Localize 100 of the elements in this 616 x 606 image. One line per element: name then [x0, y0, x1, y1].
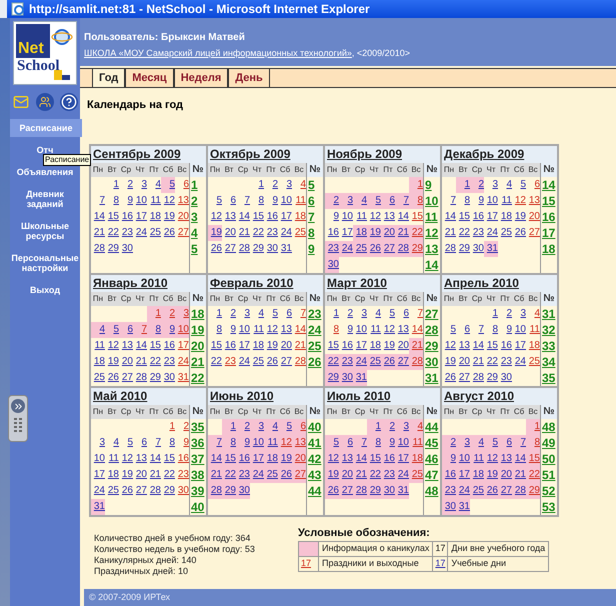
day-cell[interactable]: 1 [367, 418, 381, 434]
tab[interactable]: День [228, 69, 270, 87]
week-number[interactable]: 12 [424, 224, 440, 240]
week-number[interactable]: 43 [307, 466, 323, 482]
week-number[interactable]: 35 [190, 418, 206, 434]
week-number[interactable]: 32 [541, 322, 557, 338]
day-cell[interactable]: 17 [456, 466, 470, 482]
week-number[interactable]: 53 [541, 498, 557, 514]
day-cell[interactable]: 19 [381, 338, 395, 354]
day-cell[interactable]: 8 [325, 322, 339, 338]
day-cell[interactable]: 27 [498, 482, 512, 498]
day-cell[interactable]: 2 [470, 176, 484, 192]
day-cell[interactable]: 22 [208, 354, 222, 370]
day-cell[interactable]: 13 [498, 450, 512, 466]
day-cell[interactable]: 20 [498, 466, 512, 482]
day-cell[interactable]: 5 [264, 306, 278, 322]
day-cell[interactable]: 8 [105, 192, 119, 208]
users-icon[interactable] [36, 93, 54, 111]
day-cell[interactable]: 1 [484, 306, 498, 322]
day-cell[interactable]: 18 [526, 338, 540, 354]
day-cell[interactable]: 28 [395, 240, 409, 256]
week-number[interactable]: 13 [424, 240, 440, 256]
day-cell[interactable]: 7 [236, 192, 250, 208]
day-cell[interactable]: 15 [526, 450, 540, 466]
day-cell[interactable]: 6 [133, 434, 147, 450]
day-cell[interactable]: 26 [325, 482, 339, 498]
day-cell[interactable]: 8 [409, 192, 423, 208]
day-cell[interactable]: 2 [498, 306, 512, 322]
week-number[interactable]: 44 [424, 418, 440, 434]
day-cell[interactable]: 14 [353, 450, 367, 466]
day-cell[interactable]: 12 [381, 322, 395, 338]
day-cell[interactable]: 21 [442, 224, 456, 240]
day-cell[interactable]: 7 [353, 434, 367, 450]
day-cell[interactable]: 24 [484, 224, 498, 240]
day-cell[interactable]: 29 [367, 482, 381, 498]
day-cell[interactable]: 1 [147, 306, 161, 322]
day-cell[interactable]: 27 [339, 482, 353, 498]
week-number[interactable]: 5 [307, 176, 323, 192]
day-cell[interactable]: 28 [91, 240, 105, 256]
sidebar-item[interactable]: Школьные ресурсы [10, 217, 80, 245]
day-cell[interactable]: 21 [133, 354, 147, 370]
day-cell[interactable]: 19 [484, 466, 498, 482]
week-number[interactable]: 48 [541, 418, 557, 434]
day-cell[interactable]: 18 [470, 466, 484, 482]
day-cell[interactable]: 24 [353, 354, 367, 370]
day-cell[interactable]: 9 [119, 192, 133, 208]
day-cell[interactable]: 16 [442, 466, 456, 482]
day-cell[interactable]: 4 [264, 418, 278, 434]
day-cell[interactable]: 8 [208, 322, 222, 338]
day-cell[interactable]: 19 [119, 466, 133, 482]
day-cell[interactable]: 19 [442, 354, 456, 370]
day-cell[interactable]: 26 [105, 370, 119, 386]
day-cell[interactable]: 13 [526, 192, 540, 208]
week-number[interactable]: 38 [190, 466, 206, 482]
day-cell[interactable]: 28 [512, 482, 526, 498]
day-cell[interactable]: 17 [250, 450, 264, 466]
week-number[interactable]: 27 [424, 306, 440, 322]
day-cell[interactable]: 23 [498, 354, 512, 370]
day-cell[interactable]: 25 [498, 224, 512, 240]
sidebar-item[interactable]: Дневник заданий [10, 185, 80, 213]
day-cell[interactable]: 22 [526, 466, 540, 482]
week-number[interactable]: 39 [190, 482, 206, 498]
week-number[interactable]: 26 [307, 354, 323, 370]
week-number[interactable]: 50 [541, 450, 557, 466]
day-cell[interactable]: 29 [484, 370, 498, 386]
day-cell[interactable]: 4 [250, 306, 264, 322]
day-cell[interactable]: 17 [236, 338, 250, 354]
week-number[interactable]: 29 [424, 338, 440, 354]
day-cell[interactable]: 7 [409, 306, 423, 322]
day-cell[interactable]: 18 [91, 354, 105, 370]
week-number[interactable]: 42 [307, 450, 323, 466]
day-cell[interactable]: 3 [395, 418, 409, 434]
week-number[interactable]: 25 [307, 338, 323, 354]
day-cell[interactable]: 19 [161, 208, 175, 224]
day-cell[interactable]: 2 [339, 306, 353, 322]
day-cell[interactable]: 24 [339, 240, 353, 256]
day-cell[interactable]: 11 [526, 322, 540, 338]
day-cell[interactable]: 30 [161, 370, 175, 386]
day-cell[interactable]: 19 [264, 338, 278, 354]
week-number[interactable]: 49 [541, 434, 557, 450]
day-cell[interactable]: 29 [161, 482, 175, 498]
day-cell[interactable]: 22 [161, 466, 175, 482]
day-cell[interactable]: 9 [381, 434, 395, 450]
day-cell[interactable]: 12 [484, 450, 498, 466]
week-number[interactable]: 9 [424, 176, 440, 192]
day-cell[interactable]: 31 [278, 240, 292, 256]
day-cell[interactable]: 12 [442, 338, 456, 354]
day-cell[interactable]: 12 [208, 208, 222, 224]
day-cell[interactable]: 6 [339, 434, 353, 450]
day-cell[interactable]: 19 [325, 466, 339, 482]
day-cell[interactable]: 30 [339, 370, 353, 386]
day-cell[interactable]: 11 [250, 322, 264, 338]
day-cell[interactable]: 8 [147, 322, 161, 338]
day-cell[interactable]: 24 [250, 466, 264, 482]
day-cell[interactable]: 16 [161, 338, 175, 354]
day-cell[interactable]: 30 [236, 482, 250, 498]
day-cell[interactable]: 23 [264, 224, 278, 240]
day-cell[interactable]: 18 [353, 224, 367, 240]
day-cell[interactable]: 13 [222, 208, 236, 224]
week-number[interactable]: 15 [541, 192, 557, 208]
